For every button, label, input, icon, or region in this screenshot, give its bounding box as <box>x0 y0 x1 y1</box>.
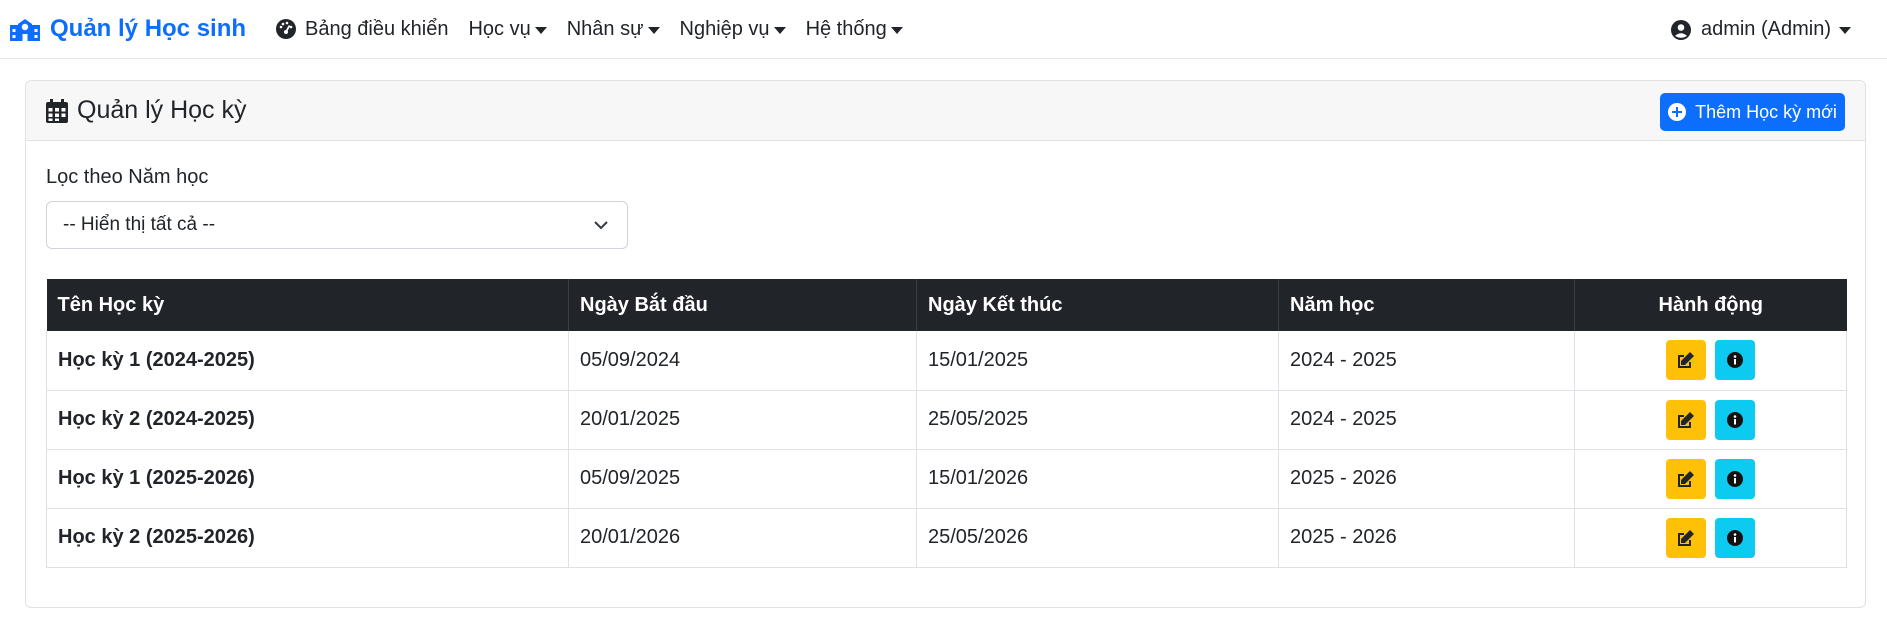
chevron-down-icon <box>593 217 609 233</box>
user-circle-icon <box>1670 19 1691 40</box>
nav-operations-menu[interactable]: Nghiệp vụ <box>680 18 786 41</box>
cell-end-date: 15/01/2026 <box>916 449 1279 509</box>
info-button[interactable] <box>1715 399 1756 440</box>
add-semester-label: Thêm Học kỳ mới <box>1695 101 1837 122</box>
caret-down-icon <box>534 26 547 34</box>
cell-school-year: 2024 - 2025 <box>1278 331 1575 391</box>
caret-down-icon <box>773 26 786 34</box>
table-row: Học kỳ 1 (2025-2026) 05/09/2025 15/01/20… <box>46 449 1847 509</box>
filter-selected-value: -- Hiển thị tất cả -- <box>63 214 216 235</box>
nav-system-label: Hệ thống <box>805 17 887 40</box>
semester-table: Tên Học kỳ Ngày Bắt đầu Ngày Kết thúc Nă… <box>46 279 1847 568</box>
school-icon <box>10 19 40 41</box>
edit-icon <box>1677 411 1694 428</box>
cell-school-year: 2025 - 2026 <box>1278 508 1575 568</box>
info-button[interactable] <box>1715 517 1756 558</box>
table-row: Học kỳ 2 (2025-2026) 20/01/2026 25/05/20… <box>46 508 1847 568</box>
nav-academic-label: Học vụ <box>468 17 531 40</box>
user-label: admin (Admin) <box>1700 18 1831 40</box>
edit-button[interactable] <box>1665 340 1706 381</box>
cell-actions <box>1574 449 1847 509</box>
cell-end-date: 25/05/2025 <box>916 390 1279 450</box>
edit-icon <box>1677 529 1694 546</box>
nav-staff-label: Nhân sự <box>566 17 644 40</box>
user-menu[interactable]: admin (Admin) <box>1670 0 1851 59</box>
info-icon <box>1727 411 1744 428</box>
column-header-name: Tên Học kỳ <box>46 279 569 331</box>
nav-academic-menu[interactable]: Học vụ <box>468 17 547 41</box>
cell-actions <box>1574 331 1847 391</box>
cell-end-date: 15/01/2025 <box>916 331 1279 391</box>
card-body: Lọc theo Năm học -- Hiển thị tất cả -- T… <box>26 141 1865 588</box>
edit-button[interactable] <box>1665 458 1706 499</box>
cell-semester-name: Học kỳ 2 (2025-2026) <box>46 508 569 568</box>
edit-button[interactable] <box>1665 517 1706 558</box>
caret-down-icon <box>647 26 660 34</box>
gauge-icon <box>276 19 297 39</box>
nav-operations-label: Nghiệp vụ <box>679 17 770 40</box>
nav-system-menu[interactable]: Hệ thống <box>806 18 903 41</box>
filter-label: Lọc theo Năm học <box>46 166 209 188</box>
edit-icon <box>1677 352 1694 369</box>
brand-link[interactable]: Quản lý Học sinh <box>10 15 246 43</box>
calendar-icon <box>46 98 68 123</box>
semester-card: Quản lý Học kỳ Thêm Học kỳ mới Lọc theo … <box>25 80 1866 608</box>
info-icon <box>1727 470 1744 487</box>
card-header: Quản lý Học kỳ Thêm Học kỳ mới <box>26 81 1865 141</box>
edit-button[interactable] <box>1665 399 1706 440</box>
cell-school-year: 2024 - 2025 <box>1278 390 1575 450</box>
info-button[interactable] <box>1715 340 1756 381</box>
cell-school-year: 2025 - 2026 <box>1278 449 1575 509</box>
cell-semester-name: Học kỳ 1 (2025-2026) <box>46 449 569 509</box>
page-title-text: Quản lý Học kỳ <box>77 96 247 124</box>
column-header-school-year: Năm học <box>1278 279 1575 331</box>
edit-icon <box>1677 470 1694 487</box>
info-icon <box>1727 352 1744 369</box>
cell-semester-name: Học kỳ 1 (2024-2025) <box>46 331 569 391</box>
column-header-end-date: Ngày Kết thúc <box>916 279 1279 331</box>
brand-text: Quản lý Học sinh <box>50 15 247 42</box>
navbar: Quản lý Học sinh Bảng điều khiển Học vụ … <box>0 0 1887 59</box>
cell-end-date: 25/05/2026 <box>916 508 1279 568</box>
table-row: Học kỳ 1 (2024-2025) 05/09/2024 15/01/20… <box>46 331 1847 391</box>
column-header-start-date: Ngày Bắt đầu <box>568 279 917 331</box>
column-header-actions: Hành động <box>1574 279 1847 331</box>
cell-start-date: 05/09/2024 <box>568 331 917 391</box>
cell-start-date: 20/01/2025 <box>568 390 917 450</box>
page-title: Quản lý Học kỳ <box>46 96 247 125</box>
cell-actions <box>1574 390 1847 450</box>
cell-start-date: 20/01/2026 <box>568 508 917 568</box>
caret-down-icon <box>890 26 903 34</box>
school-year-filter-select[interactable]: -- Hiển thị tất cả -- <box>46 201 628 249</box>
nav-staff-menu[interactable]: Nhân sự <box>567 18 660 41</box>
cell-semester-name: Học kỳ 2 (2024-2025) <box>46 390 569 450</box>
nav-dashboard-label: Bảng điều khiển <box>305 17 449 40</box>
table-header-row: Tên Học kỳ Ngày Bắt đầu Ngày Kết thúc Nă… <box>46 279 1847 331</box>
cell-actions <box>1574 508 1847 568</box>
info-icon <box>1727 529 1744 546</box>
info-button[interactable] <box>1715 458 1756 499</box>
table-row: Học kỳ 2 (2024-2025) 20/01/2025 25/05/20… <box>46 390 1847 450</box>
nav-dashboard[interactable]: Bảng điều khiển <box>276 18 448 41</box>
add-semester-button[interactable]: Thêm Học kỳ mới <box>1660 93 1845 131</box>
cell-start-date: 05/09/2025 <box>568 449 917 509</box>
plus-circle-icon <box>1668 103 1687 121</box>
caret-down-icon <box>1839 27 1851 34</box>
